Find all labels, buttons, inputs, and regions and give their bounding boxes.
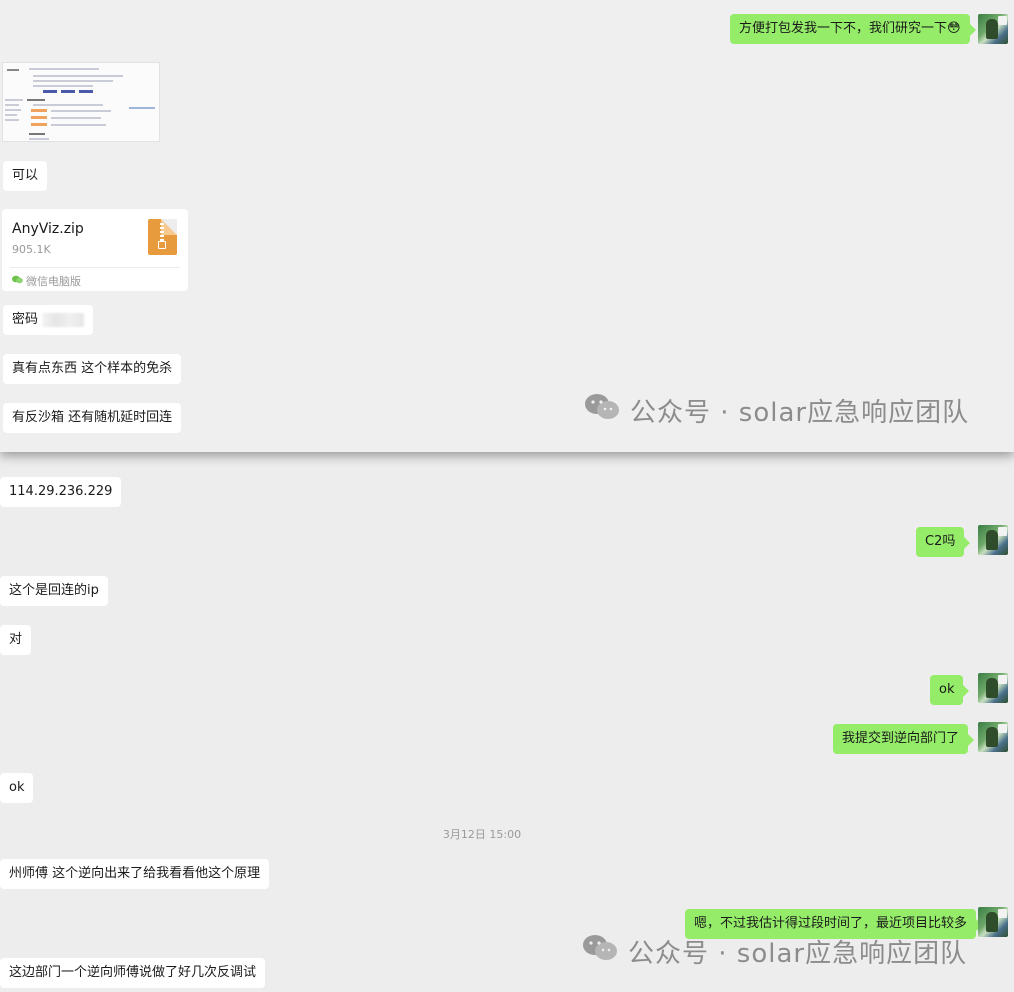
incoming-message[interactable]: 州师傅 这个逆向出来了给我看看他这个原理 [0, 859, 270, 889]
incoming-message[interactable]: 对 [0, 625, 32, 655]
watermark-text: 公众号 · solar应急响应团队 [628, 939, 968, 969]
file-source: 微信电脑版 [26, 275, 81, 288]
file-message-card[interactable]: AnyViz.zip 905.1K 微信电脑版 [2, 209, 188, 291]
message-text: 对 [9, 632, 23, 647]
watermark-text: 公众号 · solar应急响应团队 [630, 398, 970, 428]
message-text: 方便打包发我一下不，我们研究一下😳 [739, 21, 961, 36]
timestamp-divider: 3月12日 15:00 [442, 828, 522, 841]
file-size: 905.1K [12, 243, 51, 256]
message-text: 我提交到逆向部门了 [842, 731, 960, 746]
wechat-watermark-icon [585, 394, 619, 419]
message-text: 密码 [12, 312, 39, 327]
message-text: ok [939, 682, 955, 697]
my-avatar[interactable] [978, 14, 1008, 44]
message-text: 这个是回连的ip [9, 583, 99, 598]
outgoing-message[interactable]: ok [930, 675, 971, 705]
wechat-watermark-icon [583, 935, 617, 960]
message-text: 114.29.236.229 [9, 484, 113, 499]
incoming-message[interactable]: 真有点东西 这个样本的免杀 [3, 354, 182, 384]
message-text: 有反沙箱 还有随机延时回连 [12, 410, 173, 425]
wechat-icon [12, 275, 23, 284]
message-text: 可以 [12, 168, 39, 183]
message-text: 真有点东西 这个样本的免杀 [12, 361, 173, 376]
incoming-message[interactable]: 密码 [3, 305, 94, 335]
incoming-message[interactable]: 这个是回连的ip [0, 576, 108, 606]
message-text: 州师傅 这个逆向出来了给我看看他这个原理 [9, 866, 261, 881]
my-avatar[interactable] [978, 525, 1008, 555]
zip-file-icon [148, 219, 177, 255]
message-text: ok [9, 780, 25, 795]
message-text: 这边部门一个逆向师傅说做了好几次反调试 [9, 965, 257, 980]
outgoing-message[interactable]: 方便打包发我一下不，我们研究一下😳 [730, 14, 976, 44]
redacted-password [42, 312, 85, 327]
incoming-message[interactable]: 可以 [3, 161, 48, 191]
message-text: C2吗 [925, 534, 956, 549]
outgoing-message[interactable]: C2吗 [916, 527, 971, 557]
file-name: AnyViz.zip [12, 221, 84, 237]
incoming-message[interactable]: 这边部门一个逆向师傅说做了好几次反调试 [0, 958, 266, 988]
my-avatar[interactable] [978, 907, 1008, 937]
message-text: 嗯，不过我估计得过段时间了，最近项目比较多 [694, 916, 968, 931]
outgoing-message[interactable]: 我提交到逆向部门了 [833, 724, 975, 754]
my-avatar[interactable] [978, 722, 1008, 752]
incoming-message[interactable]: 114.29.236.229 [0, 477, 122, 507]
image-message-thumbnail[interactable] [2, 62, 160, 142]
incoming-message[interactable]: 有反沙箱 还有随机延时回连 [3, 403, 182, 433]
top-chat-panel: 方便打包发我一下不，我们研究一下😳 可以 AnyViz.zip 905.1K 微… [0, 0, 1014, 452]
incoming-message[interactable]: ok [0, 773, 34, 803]
my-avatar[interactable] [978, 673, 1008, 703]
